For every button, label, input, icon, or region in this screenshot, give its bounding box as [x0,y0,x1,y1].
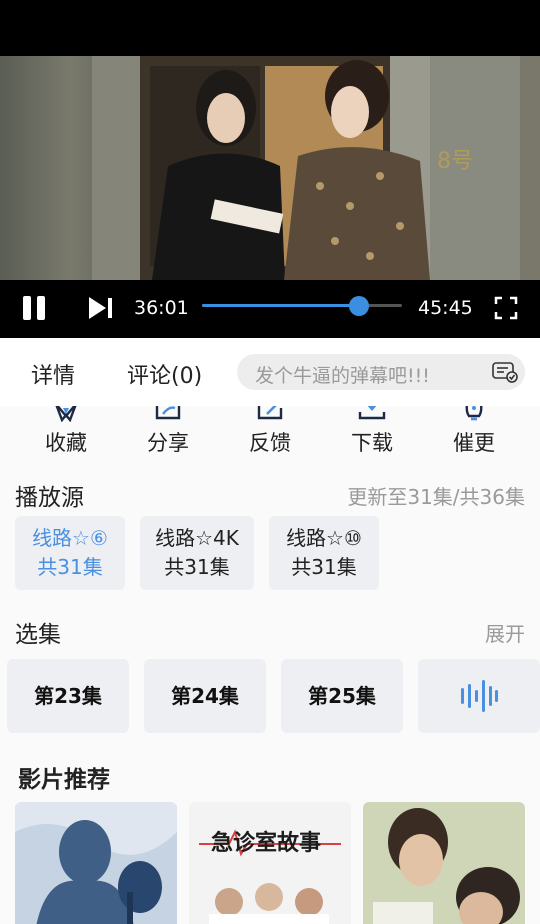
source-count: 共31集 [164,555,230,579]
seek-bar[interactable] [202,296,402,316]
feedback-label: 反馈 [249,431,291,455]
fullscreen-icon[interactable] [494,296,518,320]
action-row: 收藏 分享 反馈 下载 催更 [0,406,540,466]
episode-item[interactable]: 第23集 [7,659,129,733]
next-episode-icon[interactable] [86,294,116,322]
episode-playing[interactable] [418,659,540,733]
detail-tabs: 详情 评论(0) 发个牛逼的弹幕吧!!! [0,338,540,406]
star-icon [55,406,77,422]
player-controls: 36:01 45:45 [0,280,540,338]
update-info: 更新至31集/共36集 [347,485,525,509]
favorite-button[interactable]: 收藏 [21,406,111,457]
download-label: 下载 [351,431,393,455]
poster-title: 急诊室故事 [211,830,321,856]
edit-icon [257,406,283,420]
episodes-title: 选集 [15,622,61,648]
source-item-1[interactable]: 线路☆⑥ 共31集 [15,516,125,590]
tab-comments[interactable]: 评论(0) [127,358,202,390]
current-time: 36:01 [134,297,189,319]
recommend-title: 影片推荐 [18,767,110,793]
seek-thumb[interactable] [349,296,370,316]
source-item-3[interactable]: 线路☆⑩ 共31集 [269,516,379,590]
share-label: 分享 [147,431,189,455]
episode-item[interactable]: 第24集 [144,659,266,733]
status-bar [0,0,540,56]
source-count: 共31集 [291,555,357,579]
video-player[interactable]: 8号 36:01 45:45 [0,56,540,338]
detail-content: 收藏 分享 反馈 下载 催更 播放源 更新至31集/共36集 线路☆⑥ 共31集… [0,406,540,924]
danmu-input[interactable]: 发个牛逼的弹幕吧!!! [237,354,525,390]
danmu-placeholder: 发个牛逼的弹幕吧!!! [255,365,430,387]
pause-icon[interactable] [20,294,48,322]
recommend-poster-1[interactable] [15,802,177,924]
door-sign: 8号 [437,149,473,174]
favorite-label: 收藏 [45,431,87,455]
recommend-poster-2[interactable]: 急诊室故事 [189,802,351,924]
video-frame[interactable]: 8号 [0,56,540,280]
source-name: 线路☆⑩ [286,526,362,550]
source-title: 播放源 [15,485,84,511]
urge-update-button[interactable]: 催更 [429,406,519,457]
source-count: 共31集 [37,555,103,579]
feedback-button[interactable]: 反馈 [225,406,315,457]
expand-button[interactable]: 展开 [485,618,525,647]
urge-update-label: 催更 [453,431,495,455]
share-icon [155,406,181,420]
danmu-settings-icon[interactable] [491,360,519,384]
tab-details[interactable]: 详情 [31,358,75,390]
episode-item[interactable]: 第25集 [281,659,403,733]
recommend-poster-3[interactable] [363,802,525,924]
source-item-2[interactable]: 线路☆4K 共31集 [140,516,254,590]
source-name: 线路☆⑥ [32,526,108,550]
share-button[interactable]: 分享 [123,406,213,457]
download-icon [358,406,386,420]
total-time: 45:45 [418,297,473,319]
urge-icon [465,406,483,421]
sound-wave-icon [461,680,498,712]
download-button[interactable]: 下载 [327,406,417,457]
source-name: 线路☆4K [155,526,239,550]
